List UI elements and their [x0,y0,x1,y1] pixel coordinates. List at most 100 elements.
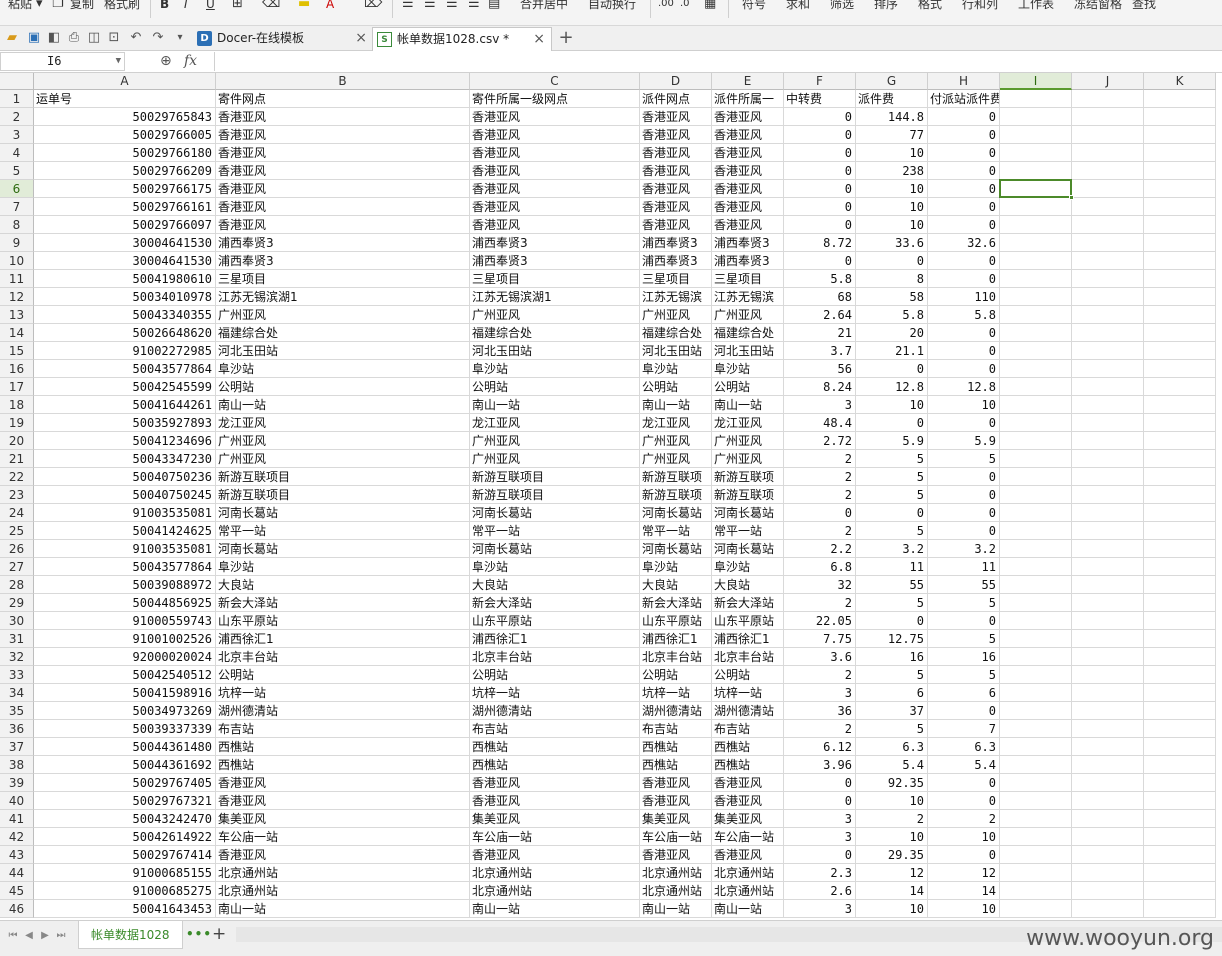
decimal-decrease-icon[interactable]: .0 [680,0,690,14]
cell-b12[interactable]: 江苏无锡滨湖1 [216,288,470,306]
cell-a43[interactable]: 50029767414 [34,846,216,864]
row-header[interactable]: 9 [0,234,34,252]
cell-h12[interactable]: 110 [928,288,1000,306]
cell-j10[interactable] [1072,252,1144,270]
cell-h42[interactable]: 10 [928,828,1000,846]
fx-icon[interactable]: fx [184,53,197,69]
cell-e21[interactable]: 广州亚风 [712,450,784,468]
row-header[interactable]: 30 [0,612,34,630]
cell-k29[interactable] [1144,594,1216,612]
cell-j29[interactable] [1072,594,1144,612]
cell-j45[interactable] [1072,882,1144,900]
cell-b8[interactable]: 香港亚风 [216,216,470,234]
cell-k22[interactable] [1144,468,1216,486]
cell-h9[interactable]: 32.6 [928,234,1000,252]
cell-j2[interactable] [1072,108,1144,126]
cell-f39[interactable]: 0 [784,774,856,792]
cell-c33[interactable]: 公明站 [470,666,640,684]
cell-e20[interactable]: 广州亚风 [712,432,784,450]
cell-b1[interactable]: 寄件网点 [216,90,470,108]
cell-d30[interactable]: 山东平原站 [640,612,712,630]
cell-b24[interactable]: 河南长葛站 [216,504,470,522]
row-header[interactable]: 6 [0,180,34,198]
prev-sheet-icon[interactable]: ◀ [22,929,36,943]
cell-h25[interactable]: 0 [928,522,1000,540]
cell-b39[interactable]: 香港亚风 [216,774,470,792]
print-icon[interactable]: ⎙ [66,30,82,46]
cell-g22[interactable]: 5 [856,468,928,486]
cell-i46[interactable] [1000,900,1072,918]
cell-e7[interactable]: 香港亚风 [712,198,784,216]
cell-d29[interactable]: 新会大泽站 [640,594,712,612]
cell-f16[interactable]: 56 [784,360,856,378]
cell-i15[interactable] [1000,342,1072,360]
italic-button[interactable]: I [184,0,188,14]
cell-i2[interactable] [1000,108,1072,126]
row-col-button[interactable]: 行和列 [962,0,998,14]
cell-j41[interactable] [1072,810,1144,828]
cell-h18[interactable]: 10 [928,396,1000,414]
cell-c1[interactable]: 寄件所属一级网点 [470,90,640,108]
cell-a18[interactable]: 50041644261 [34,396,216,414]
cell-e19[interactable]: 龙江亚风 [712,414,784,432]
cell-c2[interactable]: 香港亚风 [470,108,640,126]
auto-wrap-button[interactable]: 自动换行 [588,0,636,14]
cell-h11[interactable]: 0 [928,270,1000,288]
align-right-icon[interactable]: ☰ [446,0,458,14]
cell-a42[interactable]: 50042614922 [34,828,216,846]
clear-format-icon[interactable]: ⌫ [262,0,280,14]
row-header[interactable]: 33 [0,666,34,684]
close-icon[interactable]: × [533,28,545,50]
cell-b41[interactable]: 集美亚风 [216,810,470,828]
cell-c15[interactable]: 河北玉田站 [470,342,640,360]
cell-i40[interactable] [1000,792,1072,810]
cell-a4[interactable]: 50029766180 [34,144,216,162]
cell-j14[interactable] [1072,324,1144,342]
cell-h27[interactable]: 11 [928,558,1000,576]
cell-j26[interactable] [1072,540,1144,558]
cell-h28[interactable]: 55 [928,576,1000,594]
cell-b32[interactable]: 北京丰台站 [216,648,470,666]
cell-c9[interactable]: 浦西奉贤3 [470,234,640,252]
cell-a45[interactable]: 91000685275 [34,882,216,900]
cell-j16[interactable] [1072,360,1144,378]
cell-d16[interactable]: 阜沙站 [640,360,712,378]
cell-c13[interactable]: 广州亚风 [470,306,640,324]
cell-i22[interactable] [1000,468,1072,486]
justify-icon[interactable]: ☰ [468,0,480,14]
worksheet-button[interactable]: 工作表 [1018,0,1054,14]
cell-i10[interactable] [1000,252,1072,270]
cell-c12[interactable]: 江苏无锡滨湖1 [470,288,640,306]
cell-g16[interactable]: 0 [856,360,928,378]
cell-e36[interactable]: 布吉站 [712,720,784,738]
cell-f27[interactable]: 6.8 [784,558,856,576]
cell-h43[interactable]: 0 [928,846,1000,864]
row-header[interactable]: 5 [0,162,34,180]
cell-i29[interactable] [1000,594,1072,612]
cell-k19[interactable] [1144,414,1216,432]
cell-g37[interactable]: 6.3 [856,738,928,756]
cell-g34[interactable]: 6 [856,684,928,702]
cell-c27[interactable]: 阜沙站 [470,558,640,576]
cell-j22[interactable] [1072,468,1144,486]
cell-h19[interactable]: 0 [928,414,1000,432]
cell-k24[interactable] [1144,504,1216,522]
cell-a41[interactable]: 50043242470 [34,810,216,828]
sort-button[interactable]: 排序 [874,0,898,14]
cell-a31[interactable]: 91001002526 [34,630,216,648]
cell-c22[interactable]: 新游互联项目 [470,468,640,486]
cell-i45[interactable] [1000,882,1072,900]
cell-k32[interactable] [1144,648,1216,666]
cell-c11[interactable]: 三星项目 [470,270,640,288]
cell-a33[interactable]: 50042540512 [34,666,216,684]
cell-j23[interactable] [1072,486,1144,504]
formula-input[interactable] [214,52,1222,71]
font-color-button[interactable]: A [326,0,334,14]
cell-c8[interactable]: 香港亚风 [470,216,640,234]
cell-b33[interactable]: 公明站 [216,666,470,684]
cell-k17[interactable] [1144,378,1216,396]
cell-b30[interactable]: 山东平原站 [216,612,470,630]
cell-g21[interactable]: 5 [856,450,928,468]
cell-a3[interactable]: 50029766005 [34,126,216,144]
cell-b46[interactable]: 南山一站 [216,900,470,918]
